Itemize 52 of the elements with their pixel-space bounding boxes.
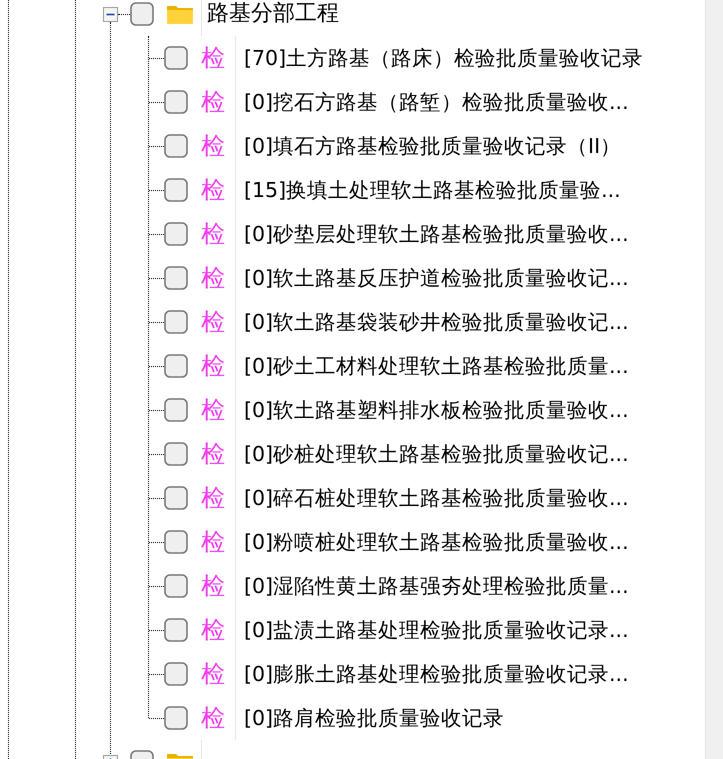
inspection-label: 检 <box>201 527 226 558</box>
checkbox[interactable] <box>164 706 188 730</box>
checkbox[interactable] <box>164 618 188 642</box>
tree-item-label[interactable]: [0]碎石桩处理软土路基检验批质量验收... <box>235 476 629 520</box>
checkbox[interactable] <box>164 442 188 466</box>
inspection-label: 检 <box>201 175 226 206</box>
tree-item-label[interactable]: [70]土方路基（路床）检验批质量验收记录 <box>235 36 644 80</box>
tree-item-label[interactable]: [0]砂土工材料处理软土路基检验批质量... <box>235 344 629 388</box>
checkbox[interactable] <box>130 2 154 26</box>
inspection-label: 检 <box>201 483 226 514</box>
checkbox[interactable] <box>164 662 188 686</box>
tree-item-label[interactable]: [0]砂垫层处理软土路基检验批质量验收... <box>235 212 629 256</box>
tree-item-label[interactable]: [0]软土路基反压护道检验批质量验收记... <box>235 256 629 300</box>
inspection-label: 检 <box>201 131 226 162</box>
tree-item-label[interactable]: [0]软土路基袋装砂井检验批质量验收记... <box>235 300 629 344</box>
checkbox[interactable] <box>164 46 188 70</box>
inspection-label: 检 <box>201 263 226 294</box>
tree-item-label[interactable]: [0]挖石方路基（路堑）检验批质量验收... <box>235 80 629 124</box>
tree-item-label[interactable]: [0]湿陷性黄土路基强夯处理检验批质量... <box>235 564 629 608</box>
checkbox[interactable] <box>164 398 188 422</box>
inspection-label: 检 <box>201 571 226 602</box>
inspection-label: 检 <box>201 703 226 734</box>
inspection-label: 检 <box>201 615 226 646</box>
collapse-icon[interactable] <box>103 6 118 22</box>
tree-item-label[interactable]: [0]砂桩处理软土路基检验批质量验收记... <box>235 432 629 476</box>
tree-node-label[interactable]: 路基分部工程 <box>201 0 339 36</box>
inspection-label: 检 <box>201 659 226 690</box>
inspection-label: 检 <box>201 43 226 74</box>
inspection-label: 检 <box>201 351 226 382</box>
checkbox[interactable] <box>164 90 188 114</box>
inspection-label: 检 <box>201 439 226 470</box>
checkbox[interactable] <box>164 178 188 202</box>
tree-item-label[interactable]: [0]盐渍土路基处理检验批质量验收记录... <box>235 608 629 652</box>
checkbox[interactable] <box>164 486 188 510</box>
inspection-label: 检 <box>201 219 226 250</box>
tree-item-label[interactable]: [0]软土路基塑料排水板检验批质量验收... <box>235 388 629 432</box>
tree-item-label[interactable]: [15]换填土处理软土路基检验批质量验... <box>235 168 621 212</box>
inspection-label: 检 <box>201 87 226 118</box>
checkbox[interactable] <box>164 134 188 158</box>
checkbox[interactable] <box>164 574 188 598</box>
inspection-label: 检 <box>201 307 226 338</box>
inspection-label: 检 <box>201 395 226 426</box>
checkbox[interactable] <box>164 310 188 334</box>
tree-item-label[interactable]: [0]膨胀土路基处理检验批质量验收记录... <box>235 652 629 696</box>
folder-icon <box>166 3 194 25</box>
checkbox[interactable] <box>164 222 188 246</box>
checkbox[interactable] <box>164 354 188 378</box>
tree-item-label[interactable]: [0]路肩检验批质量验收记录 <box>235 696 504 740</box>
checkbox[interactable] <box>164 530 188 554</box>
tree-item-label[interactable]: [0]填石方路基检验批质量验收记录（II） <box>235 124 622 168</box>
checkbox[interactable] <box>164 266 188 290</box>
tree-item-label[interactable]: [0]粉喷桩处理软土路基检验批质量验收... <box>235 520 629 564</box>
